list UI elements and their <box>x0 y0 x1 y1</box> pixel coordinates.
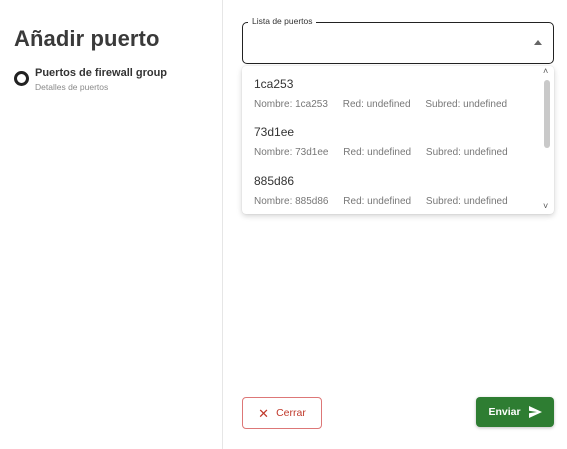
submit-button-label: Enviar <box>488 406 521 418</box>
option-name: 73d1ee <box>254 125 295 139</box>
step-subtitle: Detalles de puertos <box>35 82 109 92</box>
option-details: Nombre: 885d86 Red: undefined Subred: un… <box>254 196 520 207</box>
option-subred: Subred: undefined <box>425 147 508 158</box>
step-title: Puertos de firewall group <box>35 67 168 79</box>
dropdown-scrollbar[interactable]: ˄ ˅ <box>542 66 552 214</box>
close-icon: ✕ <box>258 405 270 421</box>
stepper-pane: Añadir puerto Puertos de firewall group … <box>0 0 223 449</box>
option-nombre: Nombre: 885d86 <box>254 196 329 207</box>
option-nombre: Nombre: 73d1ee <box>254 147 329 158</box>
option-details: Nombre: 73d1ee Red: undefined Subred: un… <box>254 147 520 158</box>
ports-select-label: Lista de puertos <box>248 15 317 27</box>
option-subred: Subred: undefined <box>425 196 508 207</box>
scroll-up-icon[interactable]: ˄ <box>543 67 548 76</box>
list-item[interactable]: 73d1ee Nombre: 73d1ee Red: undefined Sub… <box>242 114 538 162</box>
option-red: Red: undefined <box>343 147 412 158</box>
list-item[interactable]: 885d86 Nombre: 885d86 Red: undefined Sub… <box>242 163 538 211</box>
option-name: 885d86 <box>254 174 295 188</box>
option-red: Red: undefined <box>343 196 412 207</box>
option-nombre: Nombre: 1ca253 <box>254 99 328 110</box>
option-name: 1ca253 <box>254 77 294 91</box>
option-subred: Subred: undefined <box>425 99 508 110</box>
chevron-up-icon[interactable] <box>534 40 542 45</box>
list-item[interactable]: 1ca253 Nombre: 1ca253 Red: undefined Sub… <box>242 66 538 114</box>
submit-button[interactable]: Enviar <box>476 397 554 427</box>
ports-select[interactable] <box>242 22 554 64</box>
ports-dropdown-list: 1ca253 Nombre: 1ca253 Red: undefined Sub… <box>242 66 554 214</box>
scrollbar-thumb[interactable] <box>544 80 550 148</box>
page-title: Añadir puerto <box>14 26 160 51</box>
cancel-button-label: Cerrar <box>276 407 306 419</box>
step-firewall-ports[interactable]: Puertos de firewall group Detalles de pu… <box>14 66 214 96</box>
scroll-down-icon[interactable]: ˅ <box>543 202 548 211</box>
send-icon <box>528 406 542 418</box>
option-details: Nombre: 1ca253 Red: undefined Subred: un… <box>254 99 519 110</box>
step-indicator-icon <box>14 71 29 86</box>
add-port-dialog: Añadir puerto Puertos de firewall group … <box>0 0 567 449</box>
cancel-button[interactable]: ✕ Cerrar <box>242 397 322 429</box>
option-red: Red: undefined <box>342 99 411 110</box>
